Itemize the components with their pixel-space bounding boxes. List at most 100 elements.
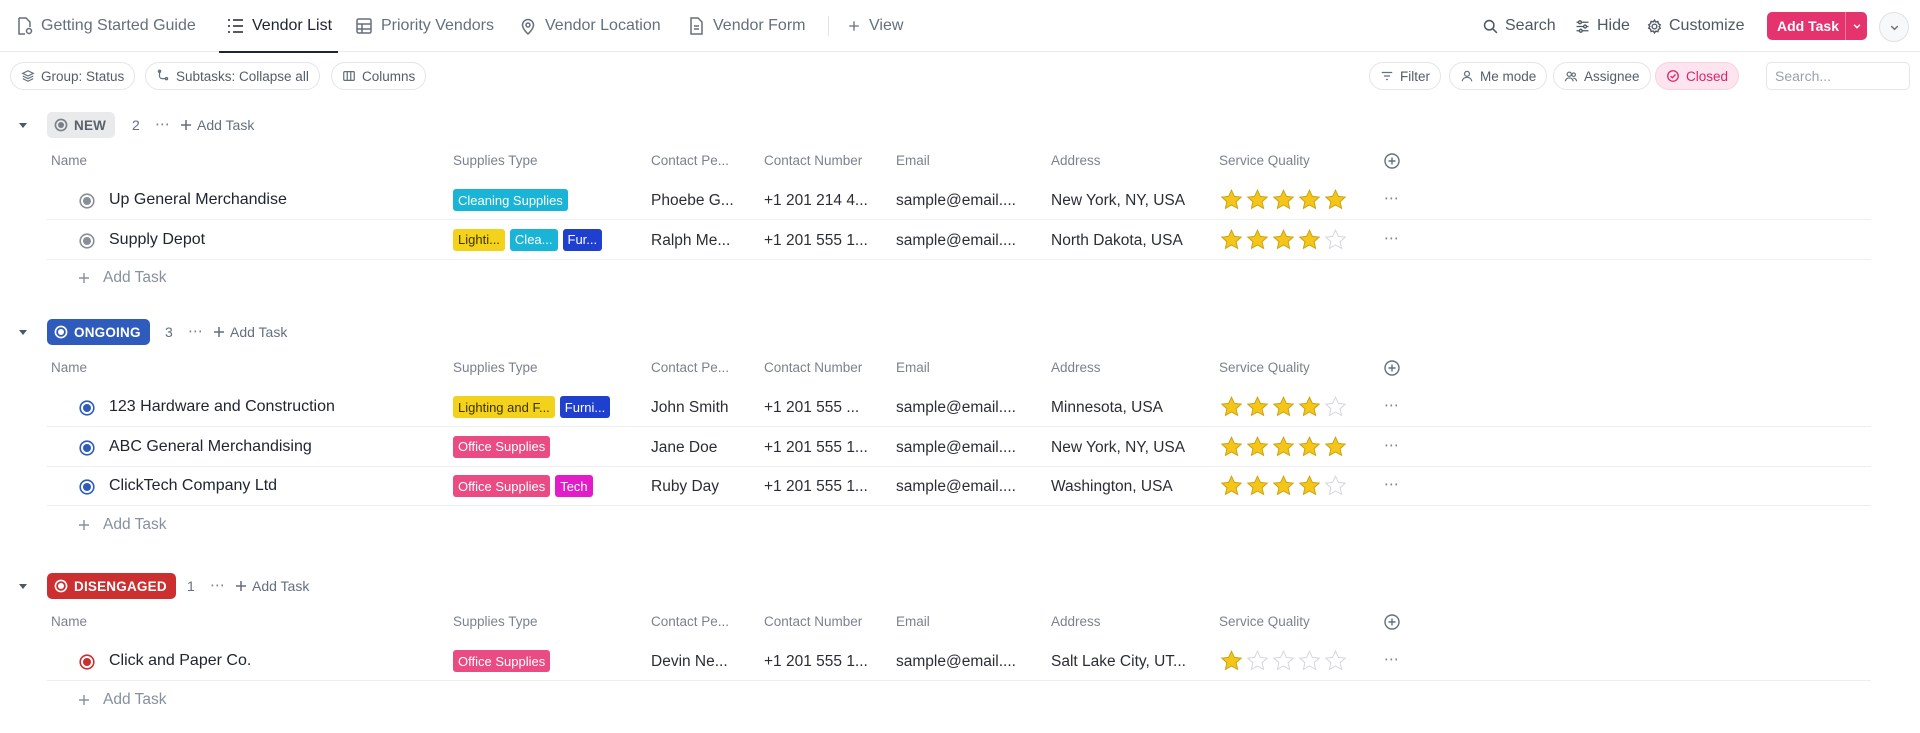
contact-cell[interactable]: Phoebe G... [651,192,756,210]
add-column-icon[interactable] [1383,359,1401,377]
column-header-name[interactable]: Name [51,614,87,629]
supplies-tag[interactable]: Tech [555,475,593,497]
star-filled-icon[interactable] [1245,228,1270,255]
column-header-quality[interactable]: Service Quality [1219,614,1310,629]
more-options-icon[interactable]: ⋯ [188,322,204,340]
expand-menu-button[interactable] [1879,12,1909,42]
supplies-tag[interactable]: Clea... [509,228,558,251]
star-empty-icon[interactable] [1323,649,1348,676]
star-filled-icon[interactable] [1219,649,1244,676]
column-header-contact-person[interactable]: Contact Pe... [651,614,729,629]
more-options-icon[interactable]: ⋯ [210,576,226,594]
star-filled-icon[interactable] [1297,188,1322,215]
star-empty-icon[interactable] [1323,395,1348,422]
column-header-supplies[interactable]: Supplies Type [453,614,538,629]
star-filled-icon[interactable] [1297,395,1322,422]
contact-cell[interactable]: Ralph Me... [651,232,756,250]
table-row[interactable]: 123 Hardware and Construction Lighting an… [47,388,1871,427]
add-view-button[interactable]: View [846,0,903,52]
star-filled-icon[interactable] [1219,188,1244,215]
star-filled-icon[interactable] [1297,474,1322,501]
star-filled-icon[interactable] [1271,228,1296,255]
add-column-icon[interactable] [1383,152,1401,170]
service-quality-rating[interactable] [1219,435,1348,462]
status-circle-icon[interactable] [79,232,95,249]
star-filled-icon[interactable] [1323,188,1348,215]
star-filled-icon[interactable] [1297,228,1322,255]
task-name[interactable]: ClickTech Company Ltd [109,477,277,495]
column-header-quality[interactable]: Service Quality [1219,360,1310,375]
service-quality-rating[interactable] [1219,188,1348,215]
column-header-address[interactable]: Address [1051,614,1101,629]
row-more-options-icon[interactable]: ⋯ [1384,229,1400,247]
status-pill-new[interactable]: NEW [47,112,116,138]
table-row[interactable]: Supply Depot Lighti... Clea... Fur... Ralph … [47,221,1871,260]
subtasks-chip[interactable]: Subtasks: Collapse all [145,62,320,90]
contact-cell[interactable]: John Smith [651,399,756,417]
hide-button[interactable]: Hide [1574,0,1630,52]
group-add-task-button[interactable]: Add Task [235,578,309,594]
collapse-caret-icon[interactable] [17,119,29,131]
email-cell[interactable]: sample@email.... [896,653,1021,671]
column-header-email[interactable]: Email [896,153,930,168]
column-header-name[interactable]: Name [51,153,87,168]
star-filled-icon[interactable] [1297,435,1322,462]
email-cell[interactable]: sample@email.... [896,399,1021,417]
star-empty-icon[interactable] [1323,474,1348,501]
address-cell[interactable]: North Dakota, USA [1051,232,1191,250]
star-filled-icon[interactable] [1245,435,1270,462]
tab-vendor-list[interactable]: Vendor List [218,0,339,53]
group-add-task-button[interactable]: Add Task [213,324,287,340]
star-empty-icon[interactable] [1271,649,1296,676]
column-header-contact-person[interactable]: Contact Pe... [651,153,729,168]
email-cell[interactable]: sample@email.... [896,478,1021,496]
email-cell[interactable]: sample@email.... [896,192,1021,210]
table-row[interactable]: Up General Merchandise Cleaning Supplies P… [47,181,1871,220]
phone-cell[interactable]: +1 201 555 1... [764,232,884,250]
table-row[interactable]: ClickTech Company Ltd Office Supplies Tech… [47,467,1871,506]
tab-priority-vendors[interactable]: Priority Vendors [354,0,494,52]
address-cell[interactable]: New York, NY, USA [1051,439,1191,457]
contact-cell[interactable]: Devin Ne... [651,653,756,671]
closed-chip[interactable]: Closed [1655,62,1740,90]
column-header-address[interactable]: Address [1051,360,1101,375]
tab-vendor-location[interactable]: Vendor Location [518,0,661,52]
assignee-chip[interactable]: Assignee [1553,62,1651,90]
add-column-icon[interactable] [1383,613,1401,631]
row-more-options-icon[interactable]: ⋯ [1384,475,1400,493]
star-filled-icon[interactable] [1271,188,1296,215]
filter-chip[interactable]: Filter [1369,62,1441,90]
me-mode-chip[interactable]: Me mode [1449,62,1548,90]
collapse-caret-icon[interactable] [17,580,29,592]
supplies-tag[interactable]: Office Supplies [453,435,551,458]
address-cell[interactable]: Minnesota, USA [1051,399,1191,417]
status-circle-icon[interactable] [79,654,95,670]
collapse-caret-icon[interactable] [17,326,29,338]
star-filled-icon[interactable] [1219,474,1244,501]
phone-cell[interactable]: +1 201 555 1... [764,478,884,496]
row-more-options-icon[interactable]: ⋯ [1384,396,1400,414]
star-filled-icon[interactable] [1271,474,1296,501]
phone-cell[interactable]: +1 201 555 1... [764,439,884,457]
star-filled-icon[interactable] [1219,228,1244,255]
star-filled-icon[interactable] [1271,435,1296,462]
chevron-down-icon[interactable] [1846,21,1867,31]
service-quality-rating[interactable] [1219,228,1348,255]
supplies-tag[interactable]: Office Supplies [453,475,551,497]
star-empty-icon[interactable] [1323,228,1348,255]
add-task-button[interactable]: Add Task [1767,12,1867,40]
column-header-contact-number[interactable]: Contact Number [764,153,862,168]
tab-getting-started-guide[interactable]: Getting Started Guide [14,0,196,52]
supplies-tag[interactable]: Cleaning Supplies [453,189,568,211]
add-task-row[interactable]: Add Task [78,691,166,709]
column-header-contact-person[interactable]: Contact Pe... [651,360,729,375]
address-cell[interactable]: Washington, USA [1051,478,1191,496]
customize-button[interactable]: Customize [1646,0,1745,52]
contact-cell[interactable]: Jane Doe [651,439,756,457]
status-pill-disengaged[interactable]: DISENGAGED [47,573,176,599]
task-name[interactable]: ABC General Merchandising [109,438,312,456]
phone-cell[interactable]: +1 201 555 1... [764,653,884,671]
task-name[interactable]: 123 Hardware and Construction [109,398,335,416]
status-circle-icon[interactable] [79,193,95,209]
column-header-supplies[interactable]: Supplies Type [453,153,538,168]
